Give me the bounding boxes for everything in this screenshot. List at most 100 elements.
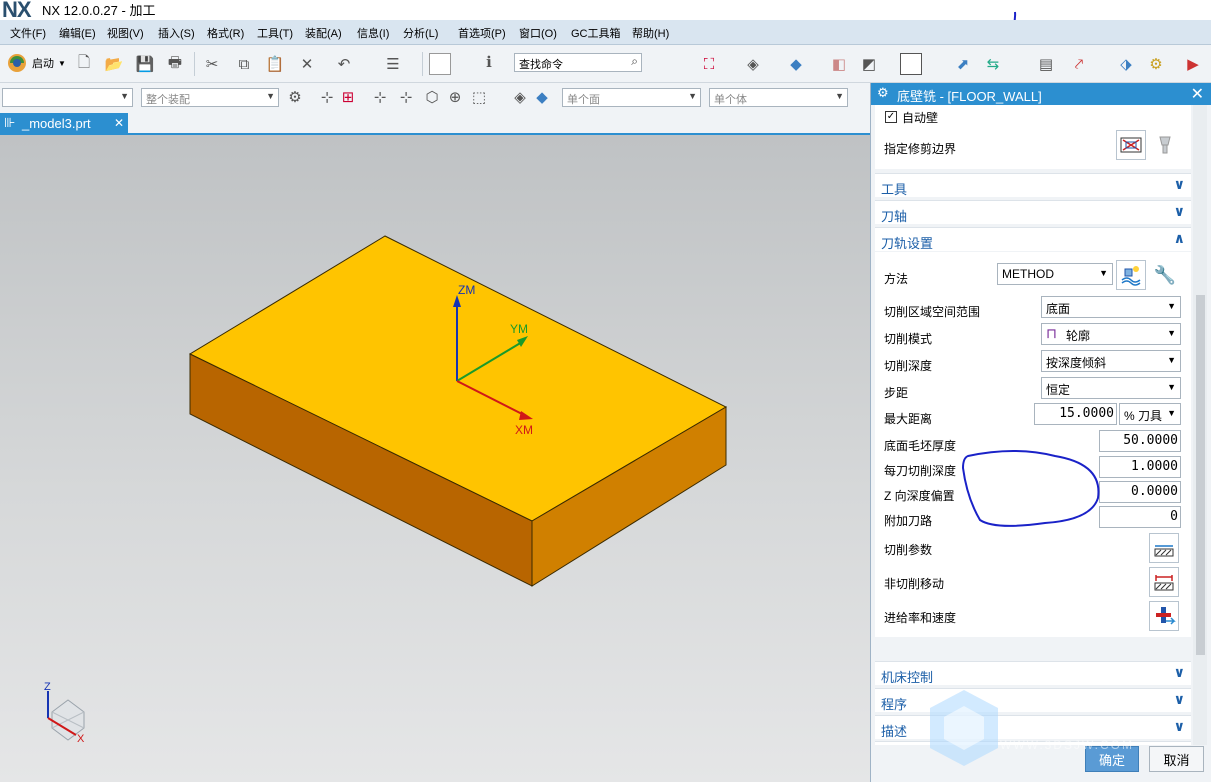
- feeds-speeds-button[interactable]: [1149, 601, 1179, 631]
- gear-icon[interactable]: ⚙: [877, 85, 889, 101]
- tab-file-name: _model3.prt: [22, 116, 91, 131]
- cut-icon[interactable]: ✂: [201, 53, 223, 75]
- verify-icon[interactable]: ⚙: [1145, 53, 1167, 75]
- paste-icon[interactable]: 📋: [264, 53, 286, 75]
- command-search-input[interactable]: 查找命令 ⌕: [514, 53, 642, 72]
- cube-icon[interactable]: ◆: [785, 53, 807, 75]
- start-button[interactable]: 启动 ▼: [6, 52, 66, 74]
- non-cutting-button[interactable]: [1149, 567, 1179, 597]
- snap-midpoint-icon[interactable]: ⊹: [369, 86, 391, 108]
- method-label: 方法: [884, 272, 909, 286]
- section-tool-axis[interactable]: 刀轴 ∨: [875, 200, 1191, 224]
- layer-icon[interactable]: ☰: [382, 53, 404, 75]
- chevron-down-icon: ▼: [1167, 355, 1176, 365]
- extra-passes-label: 附加刀路: [884, 514, 933, 528]
- type-filter-select[interactable]: ▼: [2, 88, 133, 107]
- edge-display-icon[interactable]: ◩: [858, 53, 880, 75]
- face-filter-select[interactable]: 单个面 ▼: [562, 88, 701, 107]
- menu-format[interactable]: 格式(R): [207, 25, 244, 41]
- menu-assembly[interactable]: 装配(A): [305, 25, 342, 41]
- tab-model3[interactable]: ⊪ _model3.prt ✕: [0, 113, 128, 135]
- menu-help[interactable]: 帮助(H): [632, 25, 669, 41]
- section-program[interactable]: 程序 ∨: [875, 688, 1191, 712]
- stepover-select[interactable]: 恒定 ▼: [1041, 377, 1181, 399]
- open-folder-icon[interactable]: 📂: [103, 53, 125, 75]
- create-method-button[interactable]: [1116, 260, 1146, 290]
- max-distance-unit-select[interactable]: % 刀具 ▼: [1119, 403, 1181, 425]
- delete-icon[interactable]: ✕: [296, 53, 318, 75]
- cut-pattern-select[interactable]: ⊓ 轮廓 ▼: [1041, 323, 1181, 345]
- tool-path-icon[interactable]: ⤤: [1068, 53, 1090, 75]
- section-path-settings[interactable]: 刀轨设置 ∧: [875, 227, 1191, 251]
- auto-wall-checkbox[interactable]: ✓: [885, 111, 897, 123]
- depth-per-cut-input[interactable]: 1.0000: [1099, 456, 1181, 478]
- cut-region-select[interactable]: 底面 ▼: [1041, 296, 1181, 318]
- undo-icon[interactable]: ↶: [333, 53, 355, 75]
- dialog-scrollbar[interactable]: [1193, 105, 1207, 745]
- max-distance-input[interactable]: 15.0000: [1034, 403, 1117, 425]
- menu-edit[interactable]: 编辑(E): [59, 25, 96, 41]
- menu-preferences[interactable]: 首选项(P): [458, 25, 506, 41]
- section-tool[interactable]: 工具 ∨: [875, 173, 1191, 197]
- menu-window[interactable]: 窗口(O): [519, 25, 557, 41]
- cutting-params-button[interactable]: [1149, 533, 1179, 563]
- menu-analysis[interactable]: 分析(L): [403, 25, 438, 41]
- background-color-icon[interactable]: [900, 53, 922, 75]
- z-depth-offset-input[interactable]: 0.0000: [1099, 481, 1181, 503]
- menu-view[interactable]: 视图(V): [107, 25, 144, 41]
- cancel-button[interactable]: 取消: [1149, 746, 1204, 772]
- new-file-icon[interactable]: 🗋: [73, 53, 95, 75]
- title-bar: NX NX 12.0.0.27 - 加工: [0, 0, 1211, 34]
- operation-navigator-icon[interactable]: ▤: [1035, 53, 1057, 75]
- body-filter-select[interactable]: 单个体 ▼: [709, 88, 848, 107]
- close-icon[interactable]: ✕: [1191, 84, 1204, 104]
- chevron-down-icon: ▼: [835, 91, 844, 101]
- section-view-icon[interactable]: ◧: [828, 53, 850, 75]
- floor-stock-input[interactable]: 50.0000: [1099, 430, 1181, 452]
- move-object-icon[interactable]: ⬈: [952, 53, 974, 75]
- chevron-down-icon: ∨: [1173, 664, 1185, 680]
- flashlight-button[interactable]: [1150, 130, 1180, 160]
- section-machine-control[interactable]: 机床控制 ∨: [875, 661, 1191, 685]
- snap-point-icon[interactable]: ⊹: [316, 86, 338, 108]
- watermark-text: WWW.3DSJW.COM: [1000, 738, 1134, 752]
- close-tab-icon[interactable]: ✕: [114, 116, 124, 130]
- lasso-select-icon[interactable]: ⊕: [444, 86, 466, 108]
- section-description[interactable]: 描述 ∨: [875, 715, 1191, 739]
- menu-insert[interactable]: 插入(S): [158, 25, 195, 41]
- edit-method-button[interactable]: 🔧: [1150, 260, 1180, 290]
- method-select[interactable]: METHOD ▼: [997, 263, 1113, 285]
- main-toolbar: 启动 ▼ 🗋 📂 💾 🖶 ✂ ⧉ 📋 ✕ ↶ ☰ ℹ 查找命令 ⌕ ⛶ ◈ ◆ …: [0, 45, 1211, 83]
- graphics-viewport[interactable]: ZM YM XM Z X: [0, 135, 870, 782]
- generate-icon[interactable]: ⬗: [1115, 53, 1137, 75]
- rectangle-select-icon[interactable]: ⬚: [468, 86, 490, 108]
- menu-info[interactable]: 信息(I): [357, 25, 389, 41]
- depth-per-cut-label: 每刀切削深度: [884, 464, 957, 478]
- menu-file[interactable]: 文件(F): [10, 25, 46, 41]
- polygon-select-icon[interactable]: ⬡: [421, 86, 443, 108]
- y-axis-label: YM: [510, 322, 528, 336]
- assembly-icon[interactable]: ⚙: [284, 86, 306, 108]
- save-icon[interactable]: 💾: [134, 53, 156, 75]
- copy-icon[interactable]: ⧉: [233, 53, 255, 75]
- assembly-filter-select[interactable]: 整个装配 ▼: [141, 88, 279, 107]
- color-swatch-icon[interactable]: [429, 53, 451, 75]
- extra-passes-input[interactable]: 0: [1099, 506, 1181, 528]
- solid-body-icon[interactable]: ◆: [531, 86, 553, 108]
- snap-endpoint-icon[interactable]: ⊞: [337, 86, 359, 108]
- render-style-icon[interactable]: ◈: [742, 53, 764, 75]
- menu-gc-toolbox[interactable]: GC工具箱: [571, 25, 621, 41]
- print-icon[interactable]: 🖶: [164, 53, 186, 75]
- show-hide-icon[interactable]: ◈: [509, 86, 531, 108]
- max-distance-label: 最大距离: [884, 412, 933, 426]
- scrollbar-thumb[interactable]: [1196, 295, 1205, 655]
- info-icon[interactable]: ℹ: [478, 51, 500, 73]
- cut-depth-select[interactable]: 按深度倾斜 ▼: [1041, 350, 1181, 372]
- snap-curve-icon[interactable]: ⊹: [395, 86, 417, 108]
- trim-boundary-button[interactable]: [1116, 130, 1146, 160]
- fit-view-icon[interactable]: ⛶: [698, 53, 720, 75]
- non-cutting-label: 非切削移动: [884, 577, 945, 591]
- postprocess-icon[interactable]: ▶: [1182, 53, 1204, 75]
- transform-icon[interactable]: ⇆: [982, 53, 1004, 75]
- menu-tools[interactable]: 工具(T): [257, 25, 293, 41]
